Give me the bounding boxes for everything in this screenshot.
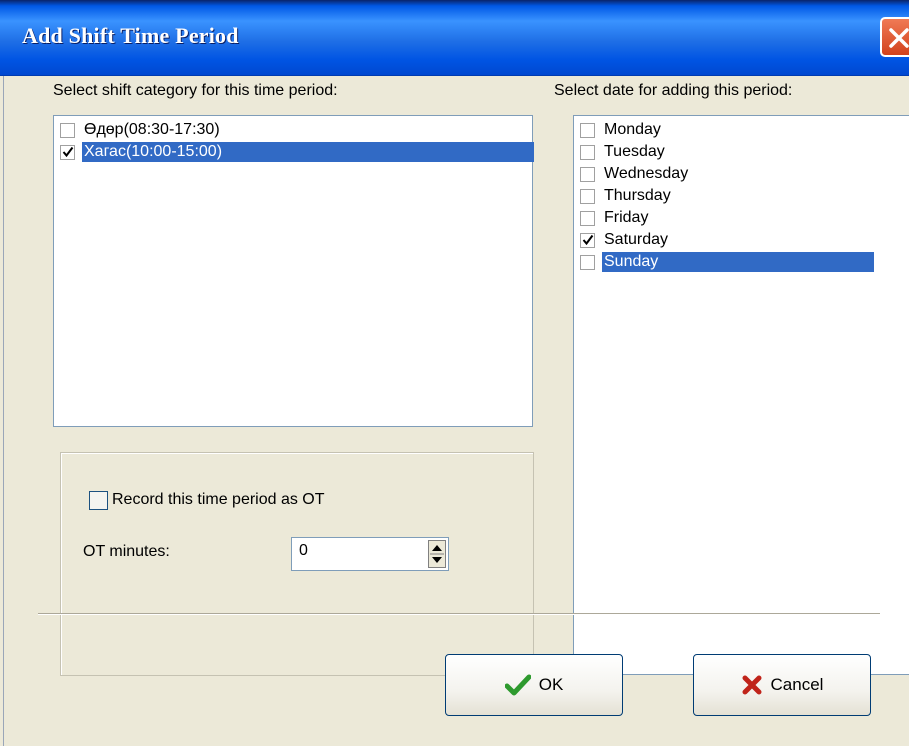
cancel-button[interactable]: Cancel <box>693 654 871 716</box>
date-item-checkbox[interactable] <box>580 166 595 182</box>
list-item[interactable]: Өдөр(08:30-17:30) <box>54 119 222 141</box>
ok-button[interactable]: OK <box>445 654 623 716</box>
cancel-label: Cancel <box>770 675 824 694</box>
shift-item-checkbox[interactable] <box>60 144 75 160</box>
list-item[interactable]: Sunday <box>574 251 874 273</box>
ok-label: OK <box>538 675 564 694</box>
date-listbox[interactable]: Monday Tuesday Wednesday Thursday Friday Satu… <box>573 115 909 675</box>
record-ot-checkbox[interactable] <box>89 491 108 510</box>
list-item[interactable]: Thursday <box>574 185 673 207</box>
spin-arrows-icon <box>430 545 444 563</box>
shift-category-label: Select shift category for this time peri… <box>53 82 338 99</box>
ot-minutes-label: OT minutes: <box>83 543 170 560</box>
record-ot-label: Record this time period as OT <box>112 491 325 508</box>
window-title: Add Shift Time Period <box>22 23 239 48</box>
date-item-label: Tuesday <box>604 143 665 160</box>
close-icon <box>889 28 909 48</box>
list-item[interactable]: Friday <box>574 207 650 229</box>
list-item[interactable]: Wednesday <box>574 163 690 185</box>
list-item[interactable]: Хагас(10:00-15:00) <box>54 141 534 163</box>
date-item-checkbox[interactable] <box>580 122 595 138</box>
date-item-checkbox[interactable] <box>580 144 595 160</box>
date-item-label: Monday <box>604 121 661 138</box>
date-item-label: Saturday <box>604 231 669 248</box>
ot-minutes-stepper[interactable]: 0 <box>291 537 449 571</box>
list-item[interactable]: Monday <box>574 119 663 141</box>
x-icon <box>742 675 762 695</box>
date-item-checkbox[interactable] <box>580 232 595 248</box>
add-shift-time-period-dialog: Add Shift Time Period Select shift categ… <box>0 0 909 746</box>
divider <box>38 613 880 615</box>
shift-item-label: Хагас(10:00-15:00) <box>82 142 534 162</box>
overtime-groupbox: Record this time period as OT OT minutes… <box>60 452 534 676</box>
date-item-label: Thursday <box>604 187 671 204</box>
shift-item-checkbox[interactable] <box>60 122 75 138</box>
title-bar[interactable]: Add Shift Time Period <box>0 0 909 76</box>
dialog-body: Select shift category for this time peri… <box>3 76 909 746</box>
spin-buttons[interactable] <box>428 540 446 568</box>
date-item-label: Wednesday <box>604 165 689 182</box>
shift-item-label: Өдөр(08:30-17:30) <box>84 121 220 138</box>
close-button[interactable] <box>880 17 909 57</box>
date-item-label: Friday <box>604 209 649 226</box>
ot-minutes-value: 0 <box>299 542 308 559</box>
list-item[interactable]: Saturday <box>574 229 670 251</box>
list-item[interactable]: Tuesday <box>574 141 667 163</box>
date-item-checkbox[interactable] <box>580 210 595 226</box>
date-item-checkbox[interactable] <box>580 254 595 270</box>
checkmark-icon <box>504 674 531 696</box>
date-label: Select date for adding this period: <box>554 82 793 99</box>
date-item-checkbox[interactable] <box>580 188 595 204</box>
date-item-label: Sunday <box>602 252 874 272</box>
shift-category-listbox[interactable]: Өдөр(08:30-17:30) Хагас(10:00-15:00) <box>53 115 534 427</box>
